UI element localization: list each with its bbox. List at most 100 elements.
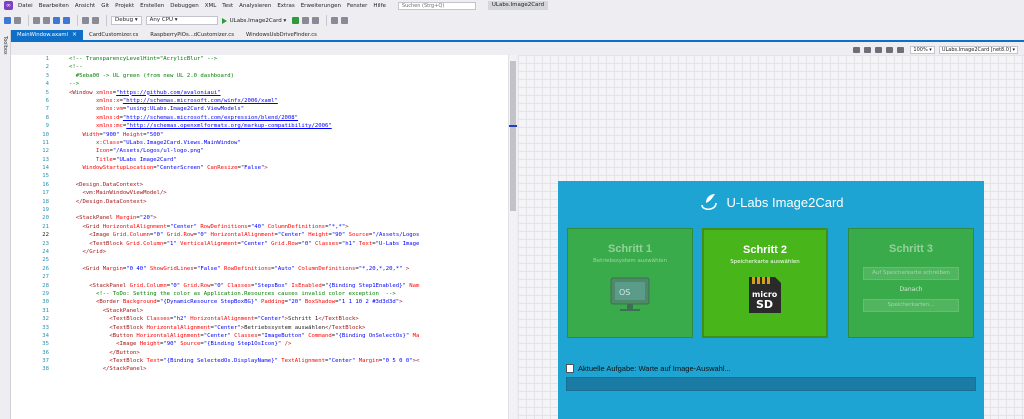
redo-icon[interactable]	[92, 17, 99, 24]
menu-item-datei[interactable]: Datei	[18, 3, 33, 9]
code-line[interactable]: 29 <!-- ToDo: Setting the color as Appli…	[11, 290, 517, 298]
code-line[interactable]: 11 x:Class="ULabs.Image2Card.Views.MainW…	[11, 139, 517, 147]
code-editor[interactable]: 1 <!-- TransparencyLevelHint="AcrylicBlur…	[11, 55, 517, 419]
zoom-dropdown[interactable]: 100% ▾	[910, 45, 935, 54]
code-line[interactable]: 37 <TextBlock Text="{Binding SelectedOs.…	[11, 357, 517, 365]
document-tab[interactable]: CardCustomizer.cs	[83, 30, 144, 40]
code-line[interactable]: 18 </Design.DataContext>	[11, 198, 517, 206]
code-line[interactable]: 34 <Button HorizontalAlignment="Center" …	[11, 332, 517, 340]
menu-item-extras[interactable]: Extras	[277, 3, 294, 9]
sd-card-icon[interactable]: micro SD	[746, 275, 784, 315]
code-line[interactable]: 10 Width="900" Height="500"	[11, 131, 517, 139]
code-line[interactable]: 33 <TextBlock HorizontalAlignment="Cente…	[11, 324, 517, 332]
code-line[interactable]: 30 <Border Background="{DynamicResource …	[11, 298, 517, 306]
split-vertical-icon[interactable]	[853, 46, 861, 53]
code-line[interactable]: 1 <!-- TransparencyLevelHint="AcrylicBlur…	[11, 55, 517, 63]
menu-item-ansicht[interactable]: Ansicht	[75, 3, 95, 9]
code-line[interactable]: 36 </Button>	[11, 349, 517, 357]
line-number: 15	[42, 173, 49, 180]
grid-icon[interactable]	[875, 46, 883, 53]
code-line[interactable]: 27	[11, 273, 517, 281]
code-line[interactable]: 19	[11, 206, 517, 214]
build-icon[interactable]	[331, 17, 339, 24]
code-line[interactable]: 7 xmlns:vm="using:ULabs.Image2Card.ViewM…	[11, 105, 517, 113]
target-framework-dropdown[interactable]: ULabs.Image2Card [net8.0] ▾	[938, 45, 1018, 54]
code-line[interactable]: 13 Title="ULabs Image2Card"	[11, 156, 517, 164]
code-line[interactable]: 26 <Grid Margin="0 40" ShowGridLines="Fa…	[11, 265, 517, 273]
code-line[interactable]: 6 xmlns:x="http://schemas.microsoft.com/…	[11, 97, 517, 105]
menu-item-test[interactable]: Test	[222, 3, 233, 9]
code-line[interactable]: 16 <Design.DataContext>	[11, 181, 517, 189]
code-line[interactable]: 4 -->	[11, 80, 517, 88]
undo-icon[interactable]	[82, 17, 89, 24]
step-2-box[interactable]: Schritt 2 Speicherkarte auswählen micro …	[702, 228, 828, 338]
navigate-forward-icon[interactable]	[14, 17, 21, 24]
code-line[interactable]: 38 </StackPanel>	[11, 365, 517, 373]
menu-item-analysieren[interactable]: Analysieren	[239, 3, 271, 9]
code-line[interactable]: 28 <StackPanel Grid.Column="0" Grid.Row=…	[11, 282, 517, 290]
code-line[interactable]: 17 <vm:MainWindowViewModel/>	[11, 189, 517, 197]
os-icon[interactable]: OS	[607, 276, 653, 314]
code-line[interactable]: 25	[11, 256, 517, 264]
write-to-card-button[interactable]: Auf Speicherkarte schreiben	[863, 267, 959, 280]
code-line[interactable]: 14 WindowStartupLocation="CenterScreen" …	[11, 164, 517, 172]
document-tab[interactable]: WindowsUsbDriveFinder.cs	[240, 30, 323, 40]
save-all-icon[interactable]	[63, 17, 70, 24]
menu-item-projekt[interactable]: Projekt	[115, 3, 134, 9]
refresh-icon[interactable]	[302, 17, 310, 24]
scrollbar-thumb[interactable]	[510, 61, 516, 211]
save-icon[interactable]	[53, 17, 60, 24]
code-token: >	[345, 223, 349, 230]
code-line[interactable]: 35 <Image Height="90" Source="{Binding S…	[11, 340, 517, 348]
code-line[interactable]: 24 </Grid>	[11, 248, 517, 256]
code-line[interactable]: 8 xmlns:d="http://schemas.microsoft.com/…	[11, 114, 517, 122]
split-horizontal-icon[interactable]	[864, 46, 872, 53]
code-token: "0 40"	[126, 265, 147, 272]
configuration-dropdown[interactable]: Debug ▾	[111, 16, 142, 25]
navigate-back-icon[interactable]	[4, 17, 11, 24]
toolbox-tab[interactable]: Toolbox	[2, 36, 8, 55]
task-document-icon	[566, 363, 574, 373]
platform-dropdown[interactable]: Any CPU ▾	[145, 16, 218, 25]
close-tab-icon[interactable]: ×	[72, 30, 77, 40]
code-line[interactable]: 23 <TextBlock Grid.Column="1" VerticalAl…	[11, 240, 517, 248]
visual-studio-logo-icon[interactable]: ∞	[4, 1, 13, 10]
menu-item-xml[interactable]: XML	[205, 3, 217, 9]
snap-icon[interactable]	[886, 46, 894, 53]
menu-item-debuggen[interactable]: Debuggen	[170, 3, 198, 9]
code-line[interactable]: 12 Icon="/Assets/Logos/ul-logo.png"	[11, 147, 517, 155]
open-file-icon[interactable]	[43, 17, 50, 24]
code-line[interactable]: 31 <StackPanel>	[11, 307, 517, 315]
code-view-icon[interactable]	[897, 46, 905, 53]
new-project-icon[interactable]	[33, 17, 40, 24]
step-1-box[interactable]: Schritt 1 Betriebssystem auswählen OS	[567, 228, 693, 338]
code-line[interactable]: 2 <!--	[11, 63, 517, 71]
start-debugging-button[interactable]: ULabs.Image2Card ▾	[221, 17, 286, 24]
code-line[interactable]: 3 #5eba00 -> UL green (from new UL 2.0 d…	[11, 72, 517, 80]
menu-item-git[interactable]: Git	[101, 3, 109, 9]
eject-card-button[interactable]: Speicherkarten...	[863, 299, 959, 312]
search-input[interactable]: Suchen (Strg+Q)	[397, 1, 476, 10]
code-line[interactable]: 5 <Window xmlns="https://github.com/avalo…	[11, 89, 517, 97]
menu-item-bearbeiten[interactable]: Bearbeiten	[39, 3, 69, 9]
document-tab[interactable]: MainWindow.axaml ×	[11, 30, 84, 40]
code-token: #5eba00 -> UL green (from new UL 2.0 das…	[69, 72, 235, 79]
code-line[interactable]: 9 xmlns:mc="http://schemas.openxmlformat…	[11, 122, 517, 130]
document-tab[interactable]: RaspberryPiOs...dCustomizer.cs	[144, 30, 240, 40]
editor-scrollbar[interactable]	[508, 55, 517, 419]
menu-item-fenster[interactable]: Fenster	[347, 3, 367, 9]
toolbox-strip: Toolbox	[0, 30, 11, 419]
code-line[interactable]: 22 <Image Grid.Column="0" Grid.Row="0" H…	[11, 231, 517, 239]
menu-item-erweiterungen[interactable]: Erweiterungen	[301, 3, 341, 9]
toolbar-options-icon[interactable]	[341, 17, 349, 24]
code-line[interactable]: 20 <StackPanel Margin="20">	[11, 214, 517, 222]
menu-item-hilfe[interactable]: Hilfe	[373, 3, 386, 9]
start-without-debugging-icon[interactable]	[292, 17, 300, 24]
code-line[interactable]: 15	[11, 172, 517, 180]
hot-reload-icon[interactable]	[312, 17, 320, 24]
code-line[interactable]: 32 <TextBlock Classes="h2" HorizontalAli…	[11, 315, 517, 323]
code-line[interactable]: 21 <Grid HorizontalAlignment="Center" Ro…	[11, 223, 517, 231]
menu-item-erstellen[interactable]: Erstellen	[140, 3, 164, 9]
